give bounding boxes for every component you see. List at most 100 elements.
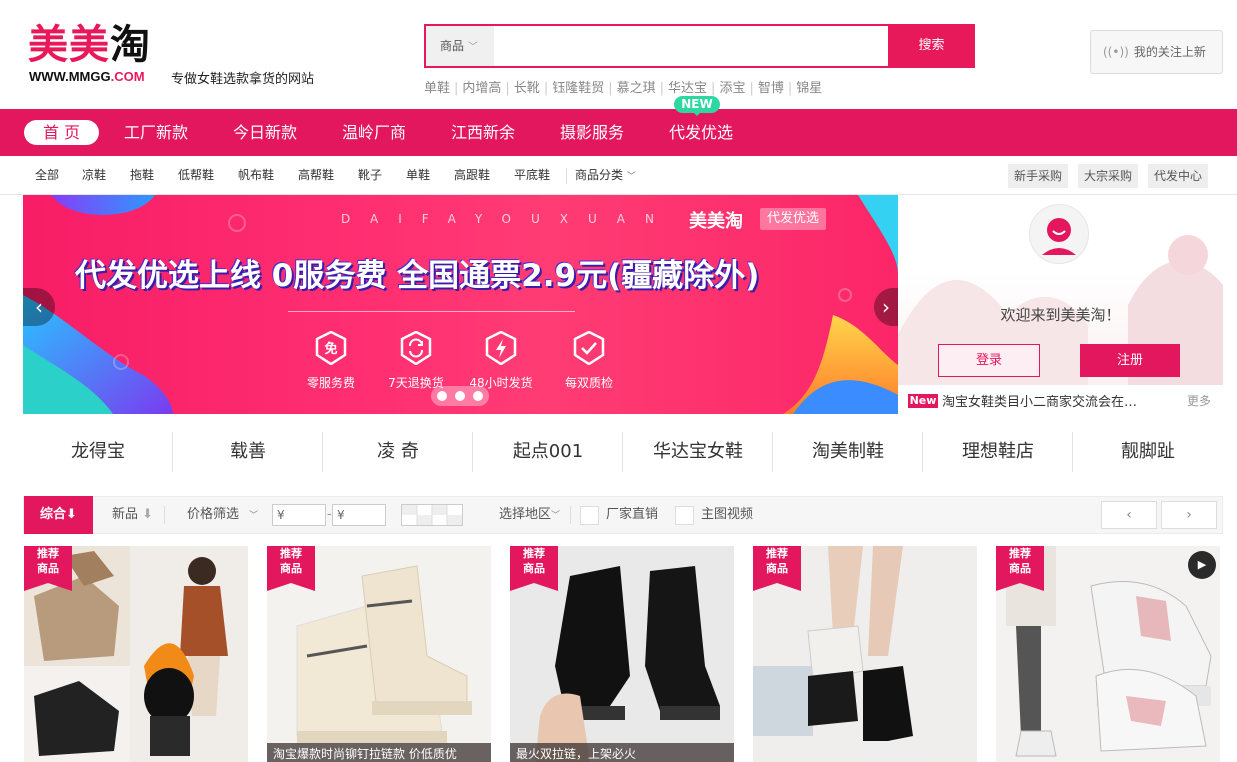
category-canvas[interactable]: 帆布鞋 bbox=[238, 156, 274, 195]
product-card[interactable]: 推荐 商品 bbox=[753, 546, 977, 762]
category-dropdown[interactable]: 商品分类 ﹀ bbox=[575, 156, 636, 197]
price-filter-label: 价格筛选 bbox=[187, 507, 240, 522]
category-boots[interactable]: 靴子 bbox=[358, 156, 382, 195]
bulk-purchase-button[interactable]: 大宗采购 bbox=[1078, 164, 1138, 188]
user-avatar-icon bbox=[1042, 218, 1076, 255]
recommend-ribbon: 推荐 商品 bbox=[267, 546, 315, 591]
banner-dot[interactable] bbox=[455, 391, 465, 401]
recommend-ribbon: 推荐 商品 bbox=[510, 546, 558, 591]
brand-item[interactable]: 龙得宝 bbox=[23, 432, 173, 472]
banner-dot[interactable] bbox=[473, 391, 483, 401]
feature-label: 每双质检 bbox=[564, 376, 613, 390]
hot-search-link[interactable]: 长靴 bbox=[514, 81, 540, 96]
separator: | bbox=[711, 81, 716, 96]
nav-item-home[interactable]: 首 页 bbox=[24, 120, 99, 145]
brand-item[interactable]: 理想鞋店 bbox=[923, 432, 1073, 472]
chevron-down-icon: ﹀ bbox=[467, 42, 478, 53]
logo-url-com: .COM bbox=[110, 69, 145, 84]
divider bbox=[570, 506, 571, 524]
product-card[interactable]: 推荐 商品 最火双拉链，上架必火 bbox=[510, 546, 734, 762]
nav-item-wenling[interactable]: 温岭厂商 bbox=[342, 109, 406, 156]
hot-search-link[interactable]: 锦星 bbox=[796, 81, 822, 96]
banner-dot[interactable] bbox=[437, 391, 447, 401]
follow-updates-button[interactable]: ((•)) 我的关注上新 bbox=[1090, 30, 1223, 74]
hot-search-link[interactable]: 华达宝 bbox=[668, 81, 707, 96]
price-filter-dropdown[interactable]: 价格筛选 ﹀ bbox=[187, 497, 258, 534]
brand-item[interactable]: 起点001 bbox=[473, 432, 623, 472]
new-badge: NEW bbox=[674, 96, 720, 116]
nav-item-photo-service[interactable]: 摄影服务 bbox=[560, 109, 624, 156]
promo-banner[interactable]: DAIFAYOUXUAN 美美淘 代发优选 代发优选上线 0服务费 全国通票2.… bbox=[23, 195, 898, 414]
search-input[interactable] bbox=[494, 26, 887, 66]
search-category-select[interactable]: 商品 ﹀ bbox=[426, 26, 494, 66]
product-card[interactable]: 推荐 商品 bbox=[24, 546, 248, 762]
register-button[interactable]: 注册 bbox=[1080, 344, 1180, 377]
check-icon bbox=[573, 330, 605, 366]
region-dropdown[interactable]: 选择地区﹀ bbox=[499, 497, 560, 534]
factory-direct-checkbox[interactable] bbox=[580, 506, 599, 525]
price-min-input[interactable]: ¥ bbox=[272, 504, 326, 526]
login-button[interactable]: 登录 bbox=[938, 344, 1040, 377]
sort-comprehensive-button[interactable]: 综合⬇ bbox=[24, 496, 93, 534]
hot-search-link[interactable]: 添宝 bbox=[719, 81, 745, 96]
category-high-heels[interactable]: 高跟鞋 bbox=[454, 156, 490, 195]
next-page-button[interactable]: › bbox=[1161, 501, 1217, 529]
hot-search-link[interactable]: 钰隆鞋贸 bbox=[552, 81, 604, 96]
arrow-down-icon: ⬇ bbox=[66, 507, 77, 522]
factory-direct-label: 厂家直销 bbox=[606, 507, 659, 522]
product-caption: 淘宝爆款时尚铆钉拉链款 价低质优 bbox=[267, 743, 491, 762]
brand-item[interactable]: 凌 奇 bbox=[323, 432, 473, 472]
nav-item-factory-new[interactable]: 工厂新款 bbox=[124, 109, 188, 156]
site-logo[interactable]: 美美淘 bbox=[28, 20, 151, 70]
play-icon: ▶ bbox=[1197, 558, 1207, 571]
product-card[interactable]: 推荐 商品 淘宝爆款时尚铆钉拉链款 价低质优 bbox=[267, 546, 491, 762]
brand-item[interactable]: 载善 bbox=[173, 432, 323, 472]
category-slippers[interactable]: 拖鞋 bbox=[130, 156, 154, 195]
hot-search-link[interactable]: 单鞋 bbox=[424, 81, 450, 96]
logo-text-dark: 淘 bbox=[110, 22, 151, 68]
brand-item[interactable]: 靓脚趾 bbox=[1073, 432, 1223, 472]
category-all[interactable]: 全部 bbox=[35, 156, 59, 195]
category-flats[interactable]: 平底鞋 bbox=[514, 156, 550, 195]
brand-item[interactable]: 淘美制鞋 bbox=[773, 432, 923, 472]
hot-search-link[interactable]: 内增高 bbox=[462, 81, 501, 96]
view-toggle[interactable] bbox=[401, 504, 463, 526]
nav-item-dropship[interactable]: 代发优选 bbox=[669, 109, 733, 156]
chevron-down-icon: ﹀ bbox=[626, 172, 636, 182]
product-caption: 最火双拉链，上架必火 bbox=[510, 743, 734, 762]
banner-pagination bbox=[431, 386, 489, 406]
beginner-purchase-button[interactable]: 新手采购 bbox=[1008, 164, 1068, 188]
news-more-link[interactable]: 更多 bbox=[1187, 392, 1211, 409]
chevron-left-icon: ‹ bbox=[1126, 507, 1132, 523]
brand-list: 龙得宝 载善 凌 奇 起点001 华达宝女鞋 淘美制鞋 理想鞋店 靓脚趾 bbox=[23, 432, 1223, 472]
banner-spell: DAIFAYOUXUAN bbox=[341, 212, 674, 226]
dropship-center-button[interactable]: 代发中心 bbox=[1148, 164, 1208, 188]
category-single-shoes[interactable]: 单鞋 bbox=[406, 156, 430, 195]
region-label: 选择地区 bbox=[499, 507, 552, 522]
filter-bar: 综合⬇ 新品 ⬇ 价格筛选 ﹀ ¥ - ¥ 选择地区﹀ 厂家直销 主图视频 ‹ … bbox=[23, 496, 1223, 534]
category-high-top[interactable]: 高帮鞋 bbox=[298, 156, 334, 195]
hot-search-link[interactable]: 智博 bbox=[758, 81, 784, 96]
news-link[interactable]: 淘宝女鞋类目小二商家交流会在… bbox=[942, 391, 1137, 410]
product-card[interactable]: 推荐 商品 ▶ bbox=[996, 546, 1220, 762]
prev-page-button[interactable]: ‹ bbox=[1101, 501, 1157, 529]
banner-tag: 代发优选 bbox=[760, 208, 827, 230]
banner-headline: 代发优选上线 0服务费 全国通票2.9元(疆藏除外) bbox=[75, 258, 760, 294]
hot-search-links: 单鞋 | 内增高 | 长靴 | 钰隆鞋贸 | 慕之琪 | 华达宝 | 添宝 | 智博 | 锦星 bbox=[424, 77, 822, 96]
nav-item-today-new[interactable]: 今日新款 bbox=[233, 109, 297, 156]
video-checkbox[interactable] bbox=[675, 506, 694, 525]
hot-search-link[interactable]: 慕之琪 bbox=[617, 81, 656, 96]
separator: | bbox=[749, 81, 754, 96]
price-max-input[interactable]: ¥ bbox=[332, 504, 386, 526]
divider bbox=[566, 168, 567, 184]
search-button[interactable]: 搜索 bbox=[888, 24, 975, 68]
separator: | bbox=[787, 81, 793, 96]
nav-item-jiangxi[interactable]: 江西新余 bbox=[451, 109, 515, 156]
category-sandals[interactable]: 凉鞋 bbox=[82, 156, 106, 195]
sort-new-label: 新品 bbox=[112, 507, 139, 522]
brand-item[interactable]: 华达宝女鞋 bbox=[623, 432, 773, 472]
sort-new-button[interactable]: 新品 ⬇ bbox=[112, 497, 153, 533]
category-low-top[interactable]: 低帮鞋 bbox=[178, 156, 214, 195]
logo-url: WWW.MMGG.COM bbox=[29, 69, 145, 84]
play-video-button[interactable]: ▶ bbox=[1188, 551, 1216, 579]
